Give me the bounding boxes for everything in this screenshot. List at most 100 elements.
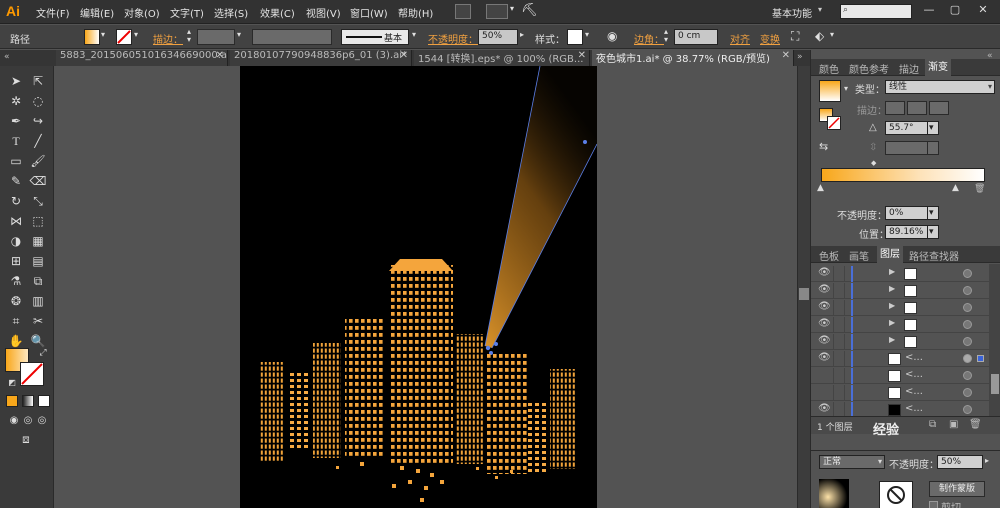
- opacity-field[interactable]: 50%: [478, 29, 518, 45]
- gradient-tool-icon[interactable]: ▤: [28, 252, 48, 270]
- lock-toggle[interactable]: [833, 266, 845, 282]
- shape-builder-icon[interactable]: ⬖: [815, 29, 824, 43]
- eye-icon[interactable]: 👁: [818, 403, 831, 414]
- expand-arrow-icon[interactable]: ▶: [889, 318, 895, 327]
- free-transform-tool-icon[interactable]: ⬚: [28, 212, 48, 230]
- gradient-slider[interactable]: [821, 168, 985, 182]
- layer-row[interactable]: 👁 ▶: [811, 334, 989, 350]
- artboard[interactable]: [240, 66, 598, 508]
- eraser-tool-icon[interactable]: ⌫: [28, 172, 48, 190]
- target-circle-icon[interactable]: [963, 303, 972, 312]
- tab-document[interactable]: 5883_20150605101634669000.ai* ✕: [56, 50, 228, 66]
- delete-layer-icon[interactable]: 🗑: [969, 419, 982, 430]
- menu-type[interactable]: 文字(T): [170, 5, 204, 20]
- menu-help[interactable]: 帮助(H): [398, 5, 433, 20]
- expand-arrow-icon[interactable]: ▶: [889, 284, 895, 293]
- layers-scrollbar[interactable]: [989, 264, 1000, 434]
- arrange-documents-icon[interactable]: [486, 4, 508, 19]
- pencil-tool-icon[interactable]: ✎: [6, 172, 26, 190]
- gradient-type-select[interactable]: 线性 ▾: [885, 80, 995, 94]
- aspect-dropdown[interactable]: [927, 141, 939, 155]
- target-circle-icon[interactable]: [963, 269, 972, 278]
- tab-swatches[interactable]: 色板: [819, 248, 839, 263]
- stroke-option-button[interactable]: [907, 101, 927, 115]
- tab-brushes[interactable]: 画笔: [849, 248, 869, 263]
- eye-icon[interactable]: 👁: [818, 335, 831, 346]
- lock-toggle[interactable]: [833, 368, 845, 384]
- layer-row[interactable]: 👁 ▶: [811, 283, 989, 299]
- canvas-vertical-scrollbar[interactable]: [797, 66, 810, 508]
- align-link[interactable]: 对齐: [730, 31, 750, 46]
- scrollbar-thumb[interactable]: [991, 374, 999, 394]
- menu-object[interactable]: 对象(O): [124, 5, 160, 20]
- bridge-icon[interactable]: [455, 4, 471, 19]
- new-sublayer-icon[interactable]: ⧉: [929, 419, 936, 430]
- chevron-down-icon[interactable]: ▾: [585, 30, 589, 39]
- close-button[interactable]: ✕: [974, 3, 992, 19]
- new-layer-icon[interactable]: ▣: [949, 419, 958, 430]
- fill-swatch[interactable]: [84, 29, 100, 45]
- graphic-style-swatch[interactable]: [567, 29, 583, 45]
- lock-toggle[interactable]: [833, 283, 845, 299]
- lock-toggle[interactable]: [833, 385, 845, 401]
- canvas-area[interactable]: [55, 66, 797, 508]
- tab-pathfinder[interactable]: 路径查找器: [909, 248, 959, 263]
- menu-file[interactable]: 文件(F): [36, 5, 70, 20]
- curvature-tool-icon[interactable]: ↪: [28, 112, 48, 130]
- type-tool-icon[interactable]: T: [6, 132, 26, 150]
- scale-tool-icon[interactable]: ⤡: [28, 192, 48, 210]
- layer-row-selected[interactable]: 👁 <...: [811, 351, 989, 367]
- magic-wand-tool-icon[interactable]: ✲: [6, 92, 26, 110]
- opacity-label[interactable]: 不透明度：: [428, 31, 478, 46]
- chevron-down-icon[interactable]: ▾: [510, 4, 514, 13]
- shape-builder-tool-icon[interactable]: ◑: [6, 232, 26, 250]
- transparency-opacity-field[interactable]: 50%: [937, 455, 983, 469]
- color-mode-button[interactable]: [6, 395, 18, 407]
- chevron-down-icon[interactable]: ▾: [101, 30, 105, 39]
- make-mask-button[interactable]: 制作蒙版: [929, 481, 985, 497]
- close-icon[interactable]: ✕: [216, 50, 224, 61]
- eye-icon[interactable]: 👁: [818, 318, 831, 329]
- close-icon[interactable]: ✕: [400, 50, 408, 61]
- search-input[interactable]: [840, 4, 912, 19]
- paintbrush-tool-icon[interactable]: 🖌: [28, 152, 48, 170]
- expand-arrow-icon[interactable]: ▶: [889, 301, 895, 310]
- rotate-tool-icon[interactable]: ↻: [6, 192, 26, 210]
- layer-row[interactable]: <...: [811, 368, 989, 384]
- chevron-right-icon[interactable]: ▸: [520, 30, 524, 39]
- position-dropdown[interactable]: ▾: [927, 225, 939, 239]
- line-tool-icon[interactable]: ╱: [28, 132, 48, 150]
- stroke-swatch[interactable]: [116, 29, 132, 45]
- recolor-artwork-icon[interactable]: ◉: [607, 29, 617, 43]
- chevron-down-icon[interactable]: ▾: [412, 30, 416, 39]
- delete-stop-icon[interactable]: 🗑: [974, 184, 985, 194]
- target-circle-icon[interactable]: [963, 354, 972, 363]
- tab-document[interactable]: 20180107790948836p6_01 (3).ai* ✕: [230, 50, 412, 66]
- mesh-tool-icon[interactable]: ⊞: [6, 252, 26, 270]
- draw-inside-icon[interactable]: ◎: [32, 412, 52, 430]
- eye-icon[interactable]: 👁: [818, 267, 831, 278]
- selection-indicator[interactable]: [977, 355, 984, 362]
- close-icon[interactable]: ✕: [578, 50, 586, 61]
- tab-gradient[interactable]: 渐变: [925, 59, 951, 76]
- tab-layers[interactable]: 图层: [877, 246, 903, 263]
- clip-checkbox[interactable]: [929, 501, 938, 508]
- rectangle-tool-icon[interactable]: ▭: [6, 152, 26, 170]
- eye-icon[interactable]: 👁: [818, 284, 831, 295]
- tabs-more-icon[interactable]: »: [797, 52, 803, 62]
- target-circle-icon[interactable]: [963, 286, 972, 295]
- midpoint-diamond-icon[interactable]: ◆: [871, 159, 876, 167]
- chevron-down-icon[interactable]: ▾: [134, 30, 138, 39]
- blend-tool-icon[interactable]: ⧉: [28, 272, 48, 290]
- menu-edit[interactable]: 编辑(E): [80, 5, 114, 20]
- eye-icon[interactable]: 👁: [818, 352, 831, 363]
- reverse-gradient-icon[interactable]: ⇆: [819, 140, 828, 153]
- lock-toggle[interactable]: [833, 317, 845, 333]
- target-circle-icon[interactable]: [963, 320, 972, 329]
- perspective-grid-tool-icon[interactable]: ▦: [28, 232, 48, 250]
- gradient-stop-start[interactable]: ▲: [817, 183, 824, 193]
- symbol-sprayer-tool-icon[interactable]: ❂: [6, 292, 26, 310]
- isolate-icon[interactable]: ⛶: [791, 29, 799, 44]
- selection-tool-icon[interactable]: ➤: [6, 72, 26, 90]
- slice-tool-icon[interactable]: ✂: [28, 312, 48, 330]
